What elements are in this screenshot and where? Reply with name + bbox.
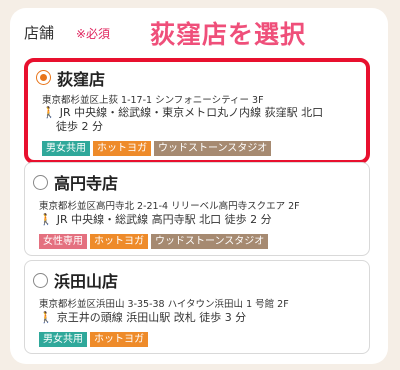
store-address: 東京都杉並区高円寺北 2-21-4 リリーベル高円寺スクエア 2F [39, 201, 300, 212]
tag-woodstone-studio: ウッドストーンスタジオ [151, 234, 269, 249]
store-option-ogikubo[interactable]: 荻窪店 東京都杉並区上荻 1-17-1 シンフォニーシティー 3F 🚶 JR 中央… [24, 58, 370, 164]
radio-button-koenji[interactable] [33, 175, 48, 190]
store-address: 東京都杉並区上荻 1-17-1 シンフォニーシティー 3F [42, 95, 264, 106]
tag-hot-yoga: ホットヨガ [93, 141, 151, 156]
store-name: 浜田山店 [54, 272, 119, 291]
instruction-callout: 荻窪店を選択 [150, 20, 307, 49]
tag-hot-yoga: ホットヨガ [90, 234, 148, 249]
store-access: 🚶 JR 中央線・総武線・東京メトロ丸ノ内線 荻窪駅 北口 徒歩 2 分 [42, 106, 323, 134]
tag-women-only: 女性専用 [39, 234, 87, 249]
radio-button-hamadayama[interactable] [33, 273, 48, 288]
tag-hot-yoga: ホットヨガ [90, 332, 148, 347]
store-tags: 女性専用 ホットヨガ ウッドストーンスタジオ [39, 234, 269, 249]
store-name: 高円寺店 [54, 174, 119, 193]
tag-unisex: 男女共用 [42, 141, 90, 156]
tag-unisex: 男女共用 [39, 332, 87, 347]
store-address: 東京都杉並区浜田山 3-35-38 ハイタウン浜田山 1 号館 2F [39, 299, 289, 310]
store-access: 🚶 JR 中央線・総武線 高円寺駅 北口 徒歩 2 分 [39, 213, 272, 227]
tag-woodstone-studio: ウッドストーンスタジオ [154, 141, 272, 156]
radio-button-ogikubo[interactable] [36, 70, 51, 85]
access-text-line1: JR 中央線・総武線 高円寺駅 北口 徒歩 2 分 [56, 213, 272, 226]
access-text-line2: 徒歩 2 分 [56, 120, 103, 133]
store-option-koenji[interactable]: 高円寺店 東京都杉並区高円寺北 2-21-4 リリーベル高円寺スクエア 2F 🚶… [24, 162, 370, 256]
store-field-label: 店舗 [24, 24, 55, 42]
store-option-hamadayama[interactable]: 浜田山店 東京都杉並区浜田山 3-35-38 ハイタウン浜田山 1 号館 2F … [24, 260, 370, 354]
walking-person-icon: 🚶 [39, 213, 53, 226]
access-text-line1: JR 中央線・総武線・東京メトロ丸ノ内線 荻窪駅 北口 [59, 106, 324, 119]
walking-person-icon: 🚶 [39, 311, 53, 324]
store-tags: 男女共用 ホットヨガ [39, 332, 148, 347]
walking-person-icon: 🚶 [42, 106, 56, 119]
store-tags: 男女共用 ホットヨガ ウッドストーンスタジオ [42, 141, 272, 156]
required-marker: ※必須 [76, 27, 111, 41]
access-text-line1: 京王井の頭線 浜田山駅 改札 徒歩 3 分 [56, 311, 247, 324]
store-name: 荻窪店 [57, 70, 106, 89]
store-access: 🚶 京王井の頭線 浜田山駅 改札 徒歩 3 分 [39, 311, 246, 325]
store-select-panel: 店舗 ※必須 荻窪店を選択 荻窪店 東京都杉並区上荻 1-17-1 シンフォニー… [10, 8, 388, 364]
